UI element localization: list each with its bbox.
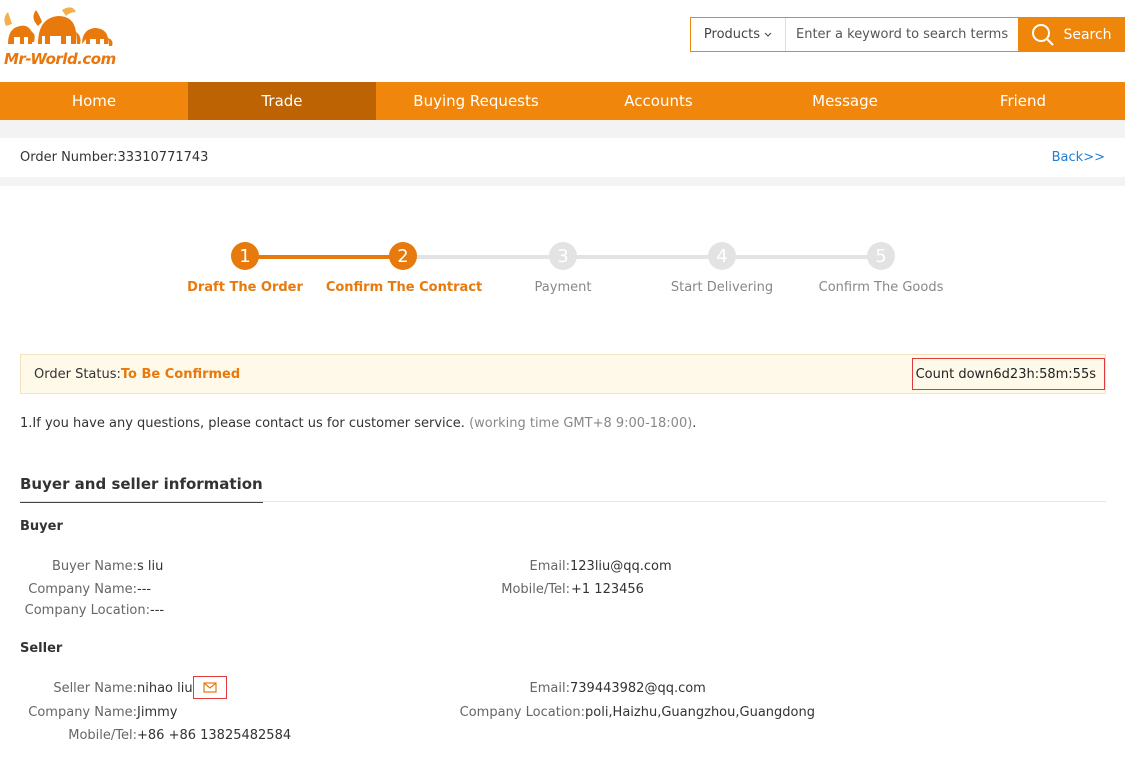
step-3-circle: 3 xyxy=(549,242,577,270)
order-number-bar: Order Number:33310771743 Back>> xyxy=(0,138,1125,177)
seller-name: nihao liu xyxy=(137,681,193,696)
step-5-circle: 5 xyxy=(867,242,895,270)
buyer-company: --- xyxy=(137,582,152,597)
order-number: Order Number:33310771743 xyxy=(20,150,208,165)
order-status-bar: Order Status:To Be Confirmed Count down 6… xyxy=(20,354,1106,394)
main-nav: Home Trade Buying Requests Accounts Mess… xyxy=(0,82,1125,120)
seller-location-label: Company Location: xyxy=(459,705,585,720)
seller-mobile-label: Mobile/Tel: xyxy=(68,728,137,743)
site-header: Mr-World.com Products Search xyxy=(0,0,1125,82)
seller-title: Seller xyxy=(20,641,63,656)
nav-item-accounts[interactable]: Accounts xyxy=(576,82,741,120)
buyer-mobile: +1 123456 xyxy=(571,582,644,597)
step-connector xyxy=(245,255,403,259)
step-2-label: Confirm The Contract xyxy=(325,280,483,295)
order-detail-panel: 1 2 3 4 5 Draft The Order Confirm The Co… xyxy=(0,186,1125,765)
search-input[interactable] xyxy=(786,18,1018,51)
buyer-name: s liu xyxy=(137,559,164,574)
nav-item-trade[interactable]: Trade xyxy=(188,82,376,120)
search-button[interactable]: Search xyxy=(1018,17,1125,52)
seller-location: poli,Haizhu,Guangzhou,Guangdong xyxy=(585,705,815,720)
search-category-select[interactable]: Products xyxy=(691,18,786,51)
note-end: . xyxy=(692,416,697,431)
chevron-down-icon xyxy=(764,32,772,37)
note-text: 1.If you have any questions, please cont… xyxy=(20,416,470,431)
working-hours: (working time GMT+8 9:00-18:00) xyxy=(469,416,693,431)
search-category-label: Products xyxy=(703,27,761,42)
mail-icon xyxy=(203,682,217,693)
seller-company-label: Company Name: xyxy=(28,705,137,720)
seller-name-label: Seller Name: xyxy=(53,681,137,696)
site-logo[interactable]: Mr-World.com xyxy=(2,4,118,68)
step-1-circle: 1 xyxy=(231,242,259,270)
buyer-location: --- xyxy=(150,603,165,618)
customer-service-note: 1.If you have any questions, please cont… xyxy=(20,416,696,431)
order-status: Order Status:To Be Confirmed xyxy=(34,367,240,382)
nav-item-home[interactable]: Home xyxy=(0,82,188,120)
buyer-title: Buyer xyxy=(20,519,63,534)
step-4-label: Start Delivering xyxy=(670,280,774,295)
order-status-label: Order Status: xyxy=(34,366,121,382)
order-progress-steps: 1 2 3 4 5 Draft The Order Confirm The Co… xyxy=(0,186,1125,306)
buyer-mobile-label: Mobile/Tel: xyxy=(501,582,570,597)
section-title: Buyer and seller information xyxy=(20,475,263,503)
buyer-email-label: Email: xyxy=(529,559,570,574)
countdown-value: 6d23h:58m:55s xyxy=(993,366,1096,382)
back-link[interactable]: Back>> xyxy=(1052,150,1105,165)
nav-item-message[interactable]: Message xyxy=(741,82,949,120)
nav-item-friend[interactable]: Friend xyxy=(949,82,1097,120)
step-1-label: Draft The Order xyxy=(187,280,303,295)
countdown-label: Count down xyxy=(915,366,994,382)
order-number-label: Order Number: xyxy=(20,150,118,165)
step-3-label: Payment xyxy=(534,280,592,295)
search-bar: Products Search xyxy=(690,17,1125,52)
step-2-circle: 2 xyxy=(389,242,417,270)
elephant-logo-icon xyxy=(4,7,113,46)
step-5-label: Confirm The Goods xyxy=(818,280,944,295)
countdown-timer: Count down 6d23h:58m:55s xyxy=(911,358,1105,390)
search-icon xyxy=(1032,23,1055,46)
search-button-label: Search xyxy=(1063,26,1112,43)
step-connector xyxy=(403,255,881,259)
contact-seller-button[interactable] xyxy=(193,676,227,699)
buyer-name-label: Buyer Name: xyxy=(51,559,137,574)
step-4-circle: 4 xyxy=(708,242,736,270)
order-status-value: To Be Confirmed xyxy=(120,366,241,382)
section-divider xyxy=(20,501,1106,502)
buyer-location-label: Company Location: xyxy=(24,603,150,618)
seller-email-label: Email: xyxy=(529,681,570,696)
seller-email: 739443982@qq.com xyxy=(570,681,706,696)
nav-item-buying-requests[interactable]: Buying Requests xyxy=(376,82,576,120)
buyer-email: 123liu@qq.com xyxy=(570,559,672,574)
order-number-value: 33310771743 xyxy=(117,150,209,165)
buyer-company-label: Company Name: xyxy=(28,582,137,597)
seller-company: Jimmy xyxy=(137,705,178,720)
logo-text: Mr-World.com xyxy=(4,50,116,68)
seller-mobile: +86 +86 13825482584 xyxy=(137,728,292,743)
